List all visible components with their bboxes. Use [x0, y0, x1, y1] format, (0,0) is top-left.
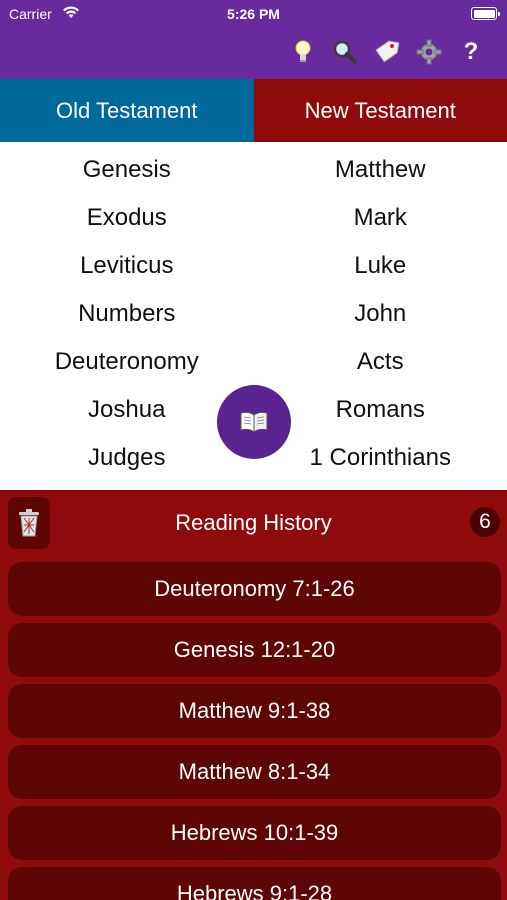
- history-count-badge: 6: [470, 507, 500, 537]
- tab-new-testament[interactable]: New Testament: [253, 79, 507, 142]
- reading-history-panel: Reading History 6 Deuteronomy 7:1-26 Gen…: [0, 490, 507, 900]
- help-icon[interactable]: ?: [457, 38, 485, 66]
- lightbulb-icon[interactable]: [289, 38, 317, 66]
- book-item[interactable]: Joshua: [88, 394, 165, 442]
- book-item[interactable]: Acts: [357, 346, 404, 394]
- gear-icon[interactable]: [415, 38, 443, 66]
- book-item[interactable]: Judges: [88, 442, 165, 490]
- history-entry[interactable]: Genesis 12:1-20: [8, 623, 501, 677]
- book-item[interactable]: Numbers: [78, 298, 175, 346]
- new-testament-column: Matthew Mark Luke John Acts Romans 1 Cor…: [254, 142, 507, 490]
- book-item[interactable]: Luke: [354, 250, 406, 298]
- book-item[interactable]: Matthew: [335, 154, 426, 202]
- tag-icon[interactable]: [373, 38, 401, 66]
- history-entry[interactable]: Matthew 9:1-38: [8, 684, 501, 738]
- book-item[interactable]: 1 Corinthians: [310, 442, 451, 490]
- open-book-button[interactable]: [217, 385, 291, 459]
- history-list: Deuteronomy 7:1-26 Genesis 12:1-20 Matth…: [8, 562, 501, 900]
- book-item[interactable]: Deuteronomy: [55, 346, 199, 394]
- history-entry[interactable]: Deuteronomy 7:1-26: [8, 562, 501, 616]
- history-entry[interactable]: Matthew 8:1-34: [8, 745, 501, 799]
- reading-history-title: Reading History: [175, 510, 332, 535]
- status-bar: Carrier 5:26 PM: [0, 0, 507, 28]
- testament-tabs: Old Testament New Testament: [0, 79, 507, 142]
- book-item[interactable]: John: [354, 298, 406, 346]
- history-entry[interactable]: Hebrews 10:1-39: [8, 806, 501, 860]
- book-item[interactable]: Exodus: [87, 202, 167, 250]
- book-item[interactable]: Mark: [354, 202, 407, 250]
- book-item[interactable]: Leviticus: [80, 250, 173, 298]
- reading-history-header: Reading History 6: [0, 490, 507, 556]
- book-item[interactable]: Romans: [336, 394, 425, 442]
- open-book-icon: [240, 411, 268, 433]
- book-item[interactable]: Genesis: [83, 154, 171, 202]
- search-icon[interactable]: [331, 38, 359, 66]
- old-testament-column: Genesis Exodus Leviticus Numbers Deutero…: [0, 142, 254, 490]
- battery-icon: [471, 7, 500, 20]
- history-entry[interactable]: Hebrews 9:1-28: [8, 867, 501, 900]
- clock: 5:26 PM: [227, 6, 280, 22]
- top-bar: Carrier 5:26 PM ?: [0, 0, 507, 79]
- tab-old-testament[interactable]: Old Testament: [0, 79, 254, 142]
- toolbar: ?: [289, 37, 485, 67]
